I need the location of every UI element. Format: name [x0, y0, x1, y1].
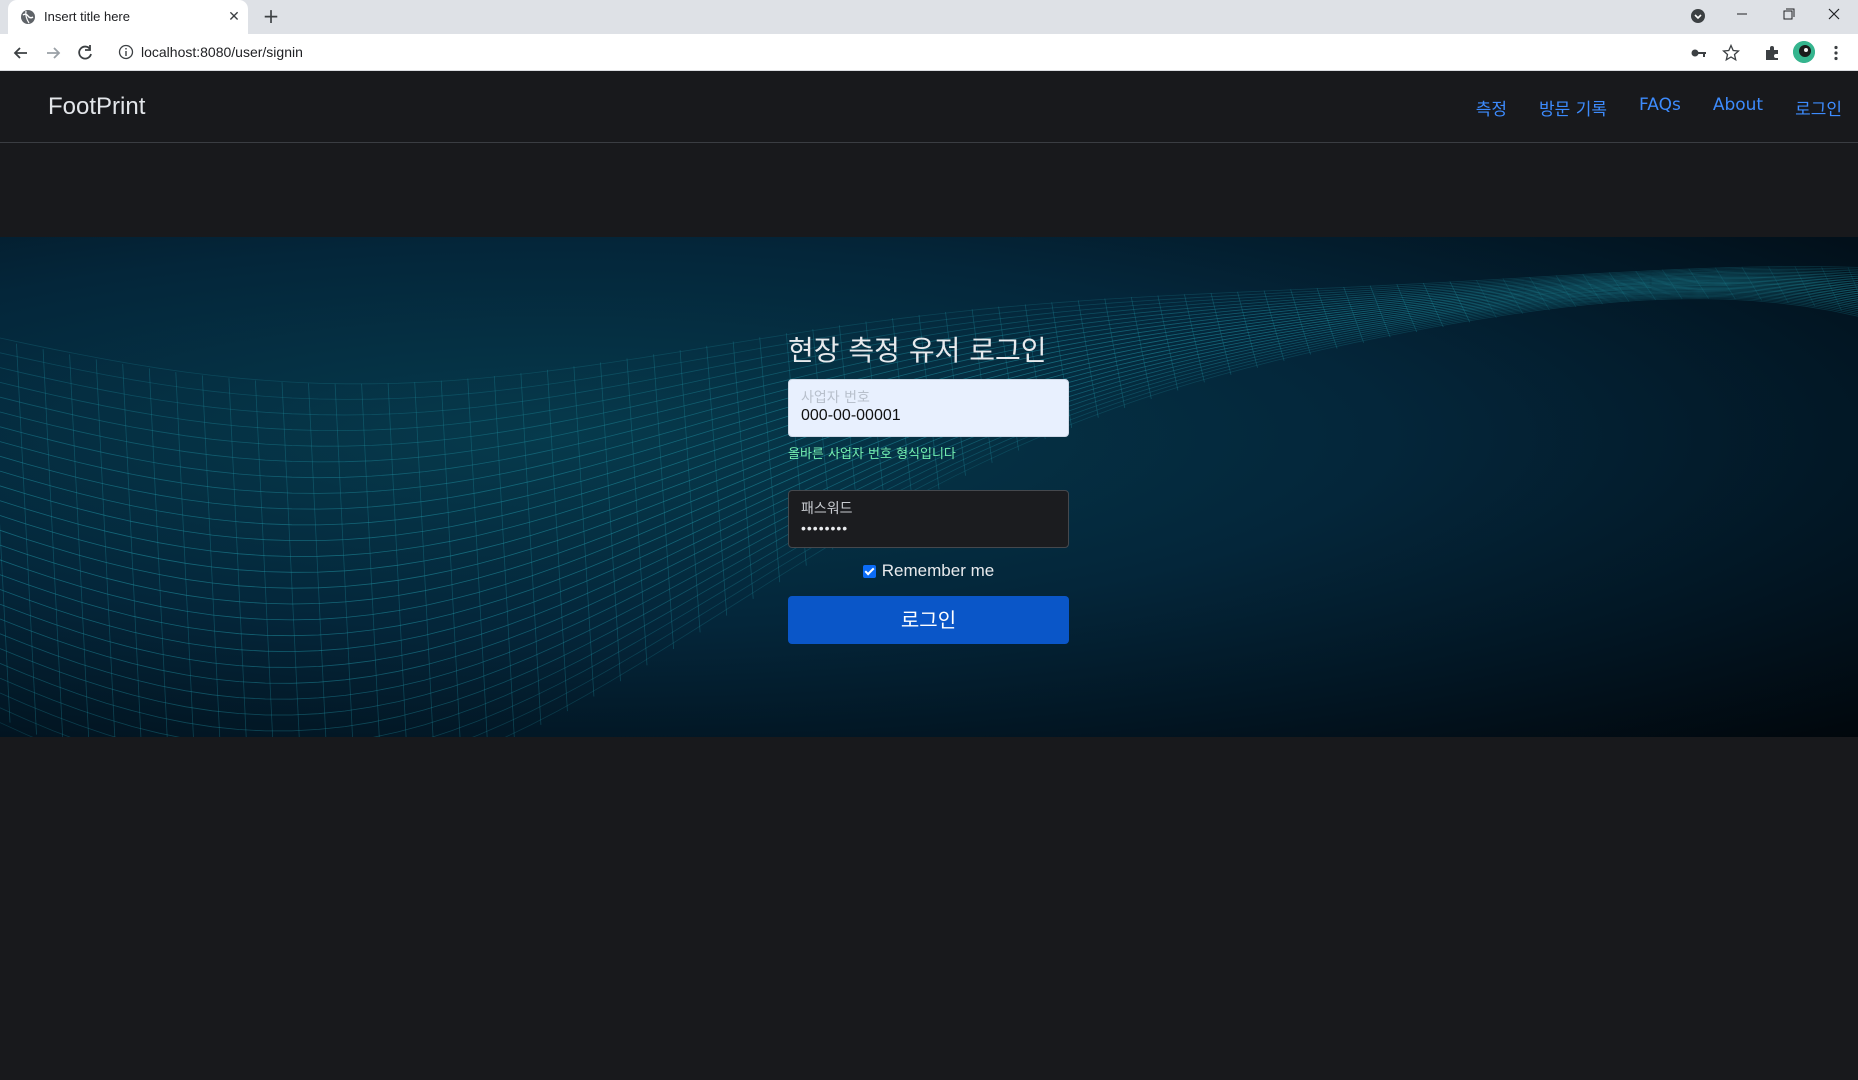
password-label: 패스워드 — [801, 501, 853, 517]
nav-link-faqs[interactable]: FAQs — [1639, 95, 1681, 120]
business-number-label: 사업자 번호 — [801, 390, 870, 406]
remember-me: Remember me — [788, 560, 1069, 582]
nav-link-login[interactable]: 로그인 — [1795, 95, 1842, 120]
site-navbar: FootPrint 측정 방문 기록 FAQs About 로그인 — [0, 71, 1858, 143]
login-button[interactable]: 로그인 — [788, 596, 1069, 644]
browser-toolbar: localhost:8080/user/signin — [0, 34, 1858, 71]
page: FootPrint 측정 방문 기록 FAQs About 로그인 현장 측정 … — [0, 71, 1858, 1080]
remember-me-label[interactable]: Remember me — [882, 561, 994, 581]
minimize-icon[interactable] — [1720, 0, 1764, 30]
close-icon[interactable]: ✕ — [226, 9, 242, 25]
url-text[interactable]: localhost:8080/user/signin — [141, 44, 303, 60]
brand-link[interactable]: FootPrint — [48, 93, 145, 121]
nav-link-visit-history[interactable]: 방문 기록 — [1539, 95, 1607, 120]
kebab-icon[interactable] — [1827, 44, 1845, 62]
avatar[interactable] — [1793, 41, 1815, 63]
plus-icon[interactable]: + — [260, 6, 282, 28]
password-input[interactable]: •••••••• — [801, 520, 848, 536]
forward-icon[interactable] — [43, 43, 63, 63]
login-form: 현장 측정 유저 로그인 사업자 번호 000-00-00001 올바른 사업자… — [788, 331, 1069, 644]
nav-link-about[interactable]: About — [1713, 95, 1763, 120]
nav-link-measure[interactable]: 측정 — [1476, 95, 1507, 120]
puzzle-icon[interactable] — [1763, 44, 1781, 62]
remember-me-checkbox[interactable] — [862, 564, 876, 578]
info-icon[interactable] — [118, 44, 134, 60]
browser-tabstrip: Insert title here ✕ + — [0, 0, 1858, 34]
business-number-input[interactable]: 000-00-00001 — [801, 407, 901, 425]
window-close-icon[interactable] — [1812, 0, 1856, 30]
tab-search-icon[interactable] — [1676, 0, 1720, 30]
restore-icon[interactable] — [1767, 0, 1811, 30]
address-bar[interactable]: localhost:8080/user/signin — [110, 38, 1735, 66]
globe-icon — [21, 10, 35, 24]
tab-title: Insert title here — [44, 9, 130, 24]
back-icon[interactable] — [11, 43, 31, 63]
reload-icon[interactable] — [75, 43, 95, 63]
key-icon[interactable] — [1690, 44, 1708, 62]
star-icon[interactable] — [1722, 44, 1740, 62]
nav-links: 측정 방문 기록 FAQs About 로그인 — [1444, 95, 1842, 120]
password-field[interactable]: 패스워드 •••••••• — [788, 490, 1069, 548]
hero-banner: 현장 측정 유저 로그인 사업자 번호 000-00-00001 올바른 사업자… — [0, 237, 1858, 737]
login-title: 현장 측정 유저 로그인 — [788, 334, 1047, 367]
business-number-field[interactable]: 사업자 번호 000-00-00001 — [788, 379, 1069, 437]
business-number-valid-message: 올바른 사업자 번호 형식입니다 — [788, 447, 956, 462]
browser-tab[interactable]: Insert title here ✕ — [8, 0, 248, 34]
